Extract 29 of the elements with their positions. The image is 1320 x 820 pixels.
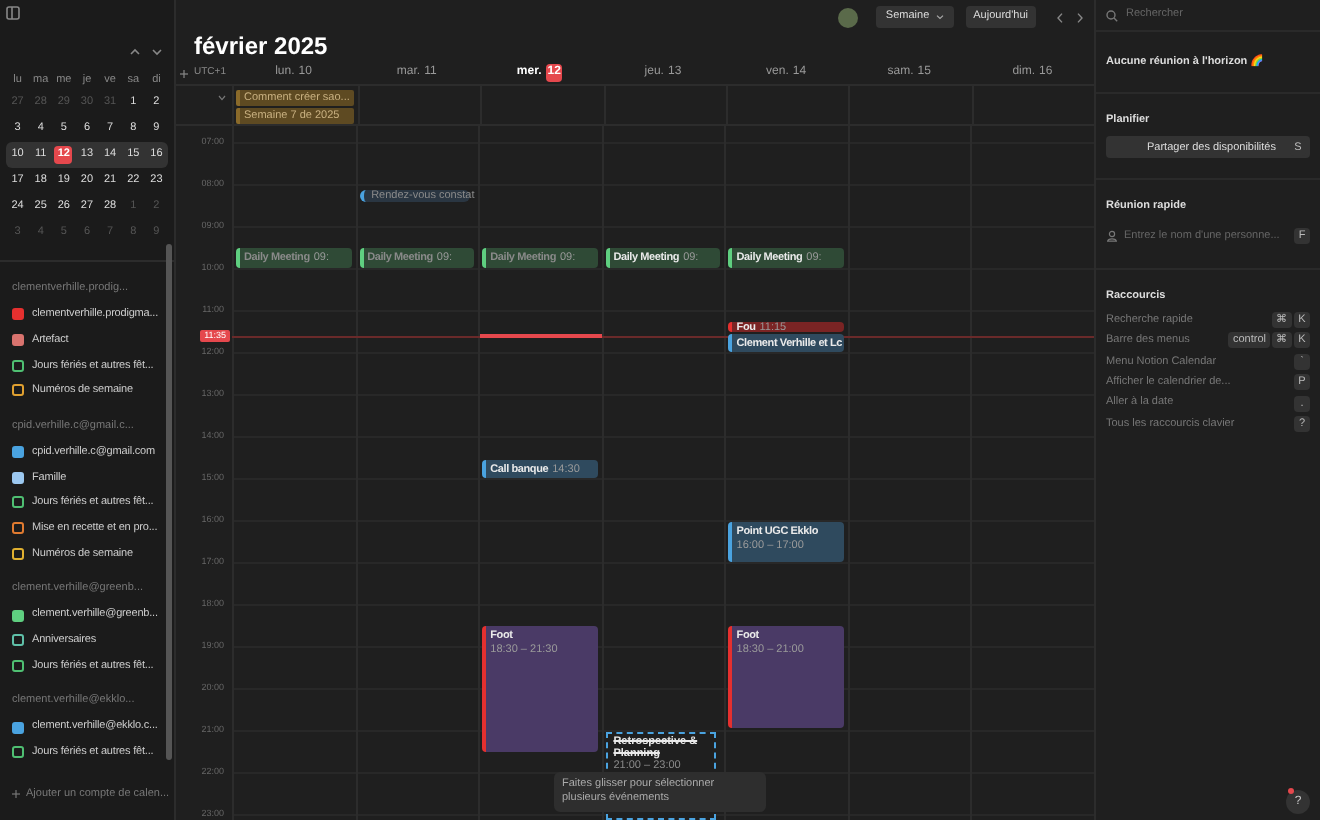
plus-icon[interactable] (180, 69, 188, 77)
calendar-checkbox[interactable] (12, 496, 24, 509)
calendar-checkbox[interactable] (12, 334, 24, 347)
calendar-checkbox[interactable] (12, 384, 24, 397)
calendar-checkbox[interactable] (12, 746, 24, 759)
plus-icon[interactable] (12, 789, 20, 798)
calendar-checkbox[interactable] (12, 308, 24, 321)
chevron-up-icon[interactable] (130, 48, 140, 56)
next-icon[interactable] (1076, 11, 1084, 23)
calendar-checkbox[interactable] (12, 547, 24, 560)
search-icon (1106, 9, 1118, 21)
calendar-checkbox[interactable] (12, 446, 24, 459)
avatar[interactable] (837, 7, 858, 27)
calendar-checkbox[interactable] (12, 359, 24, 372)
calendar-checkbox[interactable] (12, 634, 24, 647)
calendar-checkbox[interactable] (12, 721, 24, 734)
current-time-line (480, 334, 602, 338)
previous-icon[interactable] (1056, 11, 1064, 23)
scrollbar[interactable] (166, 244, 172, 760)
collapse-icon[interactable] (218, 94, 226, 102)
month-title: février 2025 (194, 30, 328, 64)
chevron-down-icon[interactable] (152, 48, 162, 56)
calendar-checkbox[interactable] (12, 659, 24, 672)
sidebar-toggle-icon[interactable] (6, 6, 20, 20)
person-icon (1106, 229, 1118, 242)
calendar-checkbox[interactable] (12, 471, 24, 484)
caret-icon (935, 14, 944, 20)
calendar-checkbox[interactable] (12, 609, 24, 622)
calendar-checkbox[interactable] (12, 522, 24, 535)
